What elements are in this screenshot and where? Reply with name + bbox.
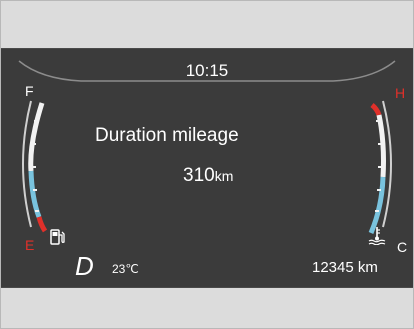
instrument-cluster: 10:15 Duration mileage 310km F E H C D 2… xyxy=(1,48,413,288)
coolant-temperature-icon xyxy=(368,227,386,245)
gear-indicator: D xyxy=(75,251,94,281)
temperature-gauge xyxy=(368,100,392,234)
outside-temperature: 23℃ xyxy=(112,262,139,276)
temp-hot-label: H xyxy=(395,85,406,101)
temp-cold-label: C xyxy=(397,239,408,255)
odometer: 12345 km xyxy=(312,259,378,276)
